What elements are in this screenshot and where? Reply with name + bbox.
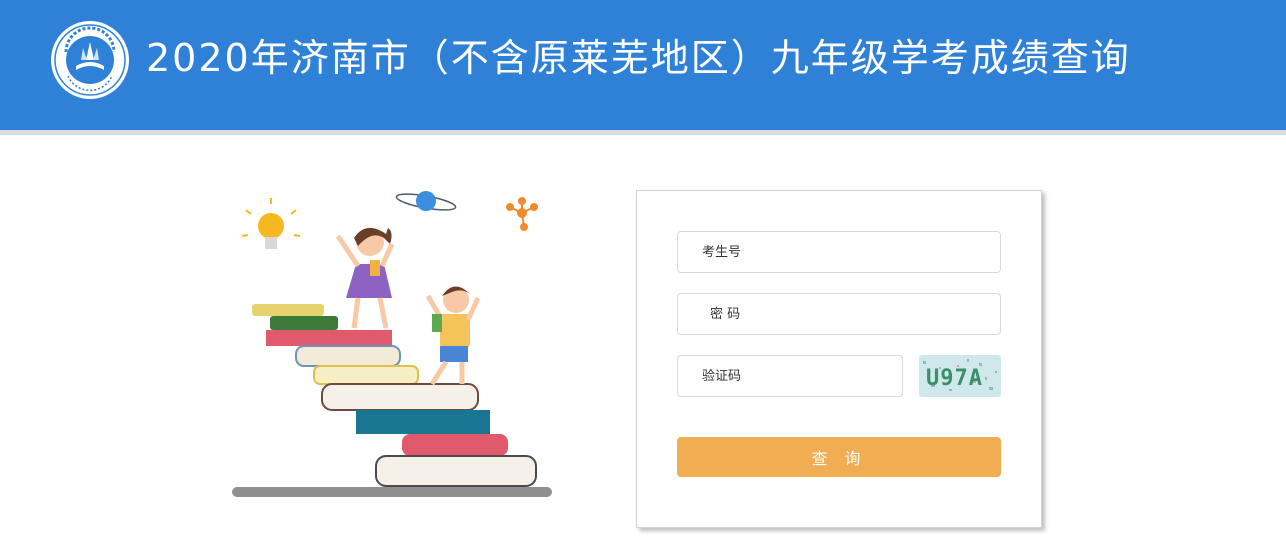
page-header: 2020年济南市（不含原莱芜地区）九年级学考成绩查询 bbox=[0, 0, 1286, 130]
password-input[interactable] bbox=[677, 293, 1001, 335]
captcha-input[interactable] bbox=[677, 355, 903, 397]
login-panel: U97A 查 询 bbox=[636, 190, 1042, 528]
header-divider bbox=[0, 130, 1286, 135]
captcha-image[interactable]: U97A bbox=[919, 355, 1001, 397]
page-title: 2020年济南市（不含原莱芜地区）九年级学考成绩查询 bbox=[146, 36, 1131, 80]
captcha-text: U97A bbox=[926, 366, 983, 391]
students-on-books-illustration-icon bbox=[232, 191, 552, 497]
exam-number-input[interactable] bbox=[677, 231, 1001, 273]
query-button[interactable]: 查 询 bbox=[677, 437, 1001, 477]
education-bureau-logo-icon bbox=[51, 21, 129, 99]
